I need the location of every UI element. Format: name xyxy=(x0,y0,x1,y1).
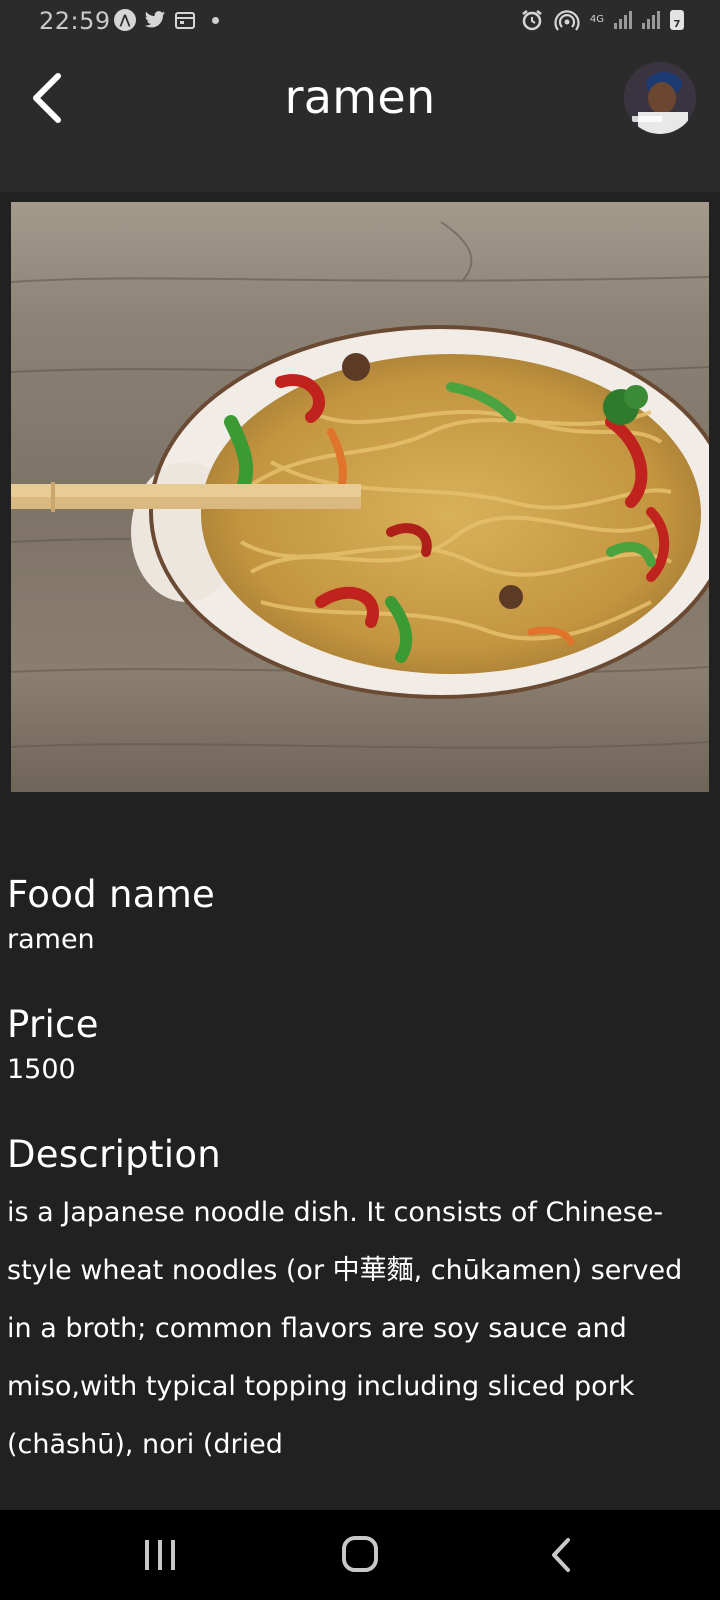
back-nav-icon xyxy=(552,1538,570,1572)
page-title: ramen xyxy=(284,70,436,124)
system-status-icons: 4G 7 xyxy=(520,9,684,31)
description-label: Description xyxy=(7,1133,222,1176)
app-header: ramen xyxy=(0,44,720,192)
avatar[interactable] xyxy=(624,62,696,134)
status-bar: 22:59 ⋀ 4G 7 xyxy=(0,0,720,44)
food-name-label: Food name xyxy=(7,873,216,916)
hotspot-icon xyxy=(554,10,580,31)
avatar-image xyxy=(624,62,696,134)
price-label: Price xyxy=(7,1003,99,1046)
screen: 22:59 ⋀ 4G 7 ramen Food name ramen Price… xyxy=(0,0,720,1600)
more-notifications-dot xyxy=(212,16,219,24)
food-details: Food name ramen Price 1500 Description i… xyxy=(7,870,707,1474)
battery-level: 7 xyxy=(673,19,681,30)
home-icon xyxy=(342,1536,378,1572)
signal-strength-icon-2 xyxy=(642,11,660,29)
home-button[interactable] xyxy=(336,1532,386,1578)
food-name-value: ramen xyxy=(7,924,95,955)
food-image xyxy=(11,202,709,792)
network-type-label: 4G xyxy=(589,14,604,25)
status-time: 22:59 xyxy=(39,7,111,35)
price-value: 1500 xyxy=(7,1054,76,1085)
alarm-icon xyxy=(522,10,542,31)
battery-icon: 7 xyxy=(670,10,684,30)
signal-strength-icon xyxy=(614,11,632,29)
twitter-icon xyxy=(144,11,166,28)
notification-icons: ⋀ xyxy=(114,9,219,31)
calendar-icon xyxy=(175,12,195,29)
recent-apps-icon xyxy=(145,1540,175,1570)
recent-apps-button[interactable] xyxy=(135,1532,185,1578)
back-nav-button[interactable] xyxy=(540,1532,590,1578)
description-text: is a Japanese noodle dish. It consists o… xyxy=(7,1197,683,1460)
app-notification-icon: ⋀ xyxy=(114,9,136,31)
system-navigation-bar xyxy=(0,1510,720,1600)
